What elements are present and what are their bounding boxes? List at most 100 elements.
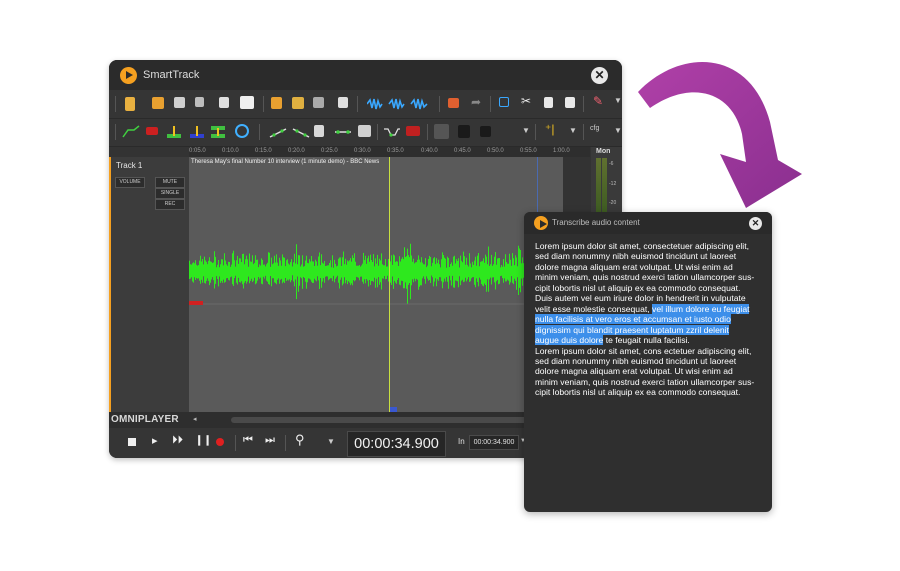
transcript-text[interactable]: Lorem ipsum dolor sit amet, consectetuer… <box>535 241 767 398</box>
meter-bar-left <box>596 158 601 218</box>
track-waveform-area[interactable]: Theresa May's final Number 10 interview … <box>189 157 563 412</box>
play-select-icon[interactable]: ▸ <box>152 434 158 447</box>
horizontal-scrollbar[interactable] <box>231 417 529 423</box>
duck-icon[interactable] <box>383 125 401 139</box>
tick-label: 0:55.0 <box>520 148 537 154</box>
single-button[interactable]: SINGLE <box>155 188 185 199</box>
toolbar2-overflow-chevron-icon[interactable]: ▼ <box>614 126 622 135</box>
disk-icon[interactable] <box>338 97 348 108</box>
record-icon[interactable] <box>216 438 224 446</box>
tick-label: 0:50.0 <box>487 148 504 154</box>
transcript-line: Lorem ipsum dolor sit amet, consectetuer… <box>535 241 767 251</box>
transport-separator <box>235 435 236 451</box>
tick-label: 0:35.0 <box>387 148 404 154</box>
duplicate-icon[interactable] <box>313 97 324 108</box>
transcript-line: sed diam nonummy nibh euismod tincidunt … <box>535 251 767 261</box>
meter-value: -6 <box>609 161 614 167</box>
transcript-line: dignissim qui blandit praesent luptatum … <box>535 324 767 335</box>
rec-label: REC <box>164 201 176 207</box>
volume-button[interactable]: VOLUME <box>115 177 145 188</box>
scroll-left-icon[interactable]: ◂ <box>193 415 197 423</box>
add-marker-icon[interactable]: ⁺| <box>545 122 554 136</box>
stop-icon[interactable] <box>128 438 136 446</box>
paste-icon[interactable] <box>565 97 575 108</box>
crossfade-icon[interactable] <box>210 124 226 140</box>
envelope-icon[interactable] <box>122 125 140 139</box>
toolbar-separator <box>115 96 116 112</box>
marker-chevron-icon[interactable]: ▼ <box>569 126 577 135</box>
transcript-line: velit esse molestie consequat, vel illum… <box>535 303 767 314</box>
transcript-text-segment: Lorem ipsum dolor sit amet, cons ectetue… <box>535 345 752 356</box>
transcript-text-segment: cipit lobortis nisl ut aliquip ex ea com… <box>535 282 741 293</box>
close-icon[interactable]: ✕ <box>591 67 608 84</box>
zoom-icon[interactable]: ⚲ <box>295 432 305 448</box>
pen-icon[interactable]: ✎ <box>593 94 603 108</box>
redo-icon[interactable]: ➦ <box>471 95 481 109</box>
zoom-chevron-icon[interactable]: ▼ <box>327 437 335 446</box>
toolbar-separator <box>427 124 428 140</box>
tick-label: 1:00.0 <box>553 148 570 154</box>
marker-red-icon[interactable] <box>146 127 158 135</box>
undo-icon[interactable] <box>448 98 459 108</box>
transcribe-title: Transcribe audio content <box>552 218 640 227</box>
transcribe-window: Transcribe audio content ✕ Lorem ipsum d… <box>524 212 772 512</box>
toolbar-separator <box>377 124 378 140</box>
skip-forward-icon[interactable]: ⏭ <box>265 434 275 447</box>
in-point-field[interactable]: 00:00:34.900 <box>469 435 519 450</box>
skip-back-icon[interactable]: ⏮ <box>243 434 253 447</box>
playhead-line[interactable] <box>389 157 390 412</box>
audio-waveform <box>189 243 563 305</box>
waveform-split-icon[interactable] <box>367 98 433 110</box>
close-icon[interactable]: ✕ <box>749 217 762 230</box>
cut-icon[interactable]: ✂ <box>521 94 531 108</box>
clip-gain-icon[interactable] <box>358 125 371 137</box>
transcript-highlight[interactable]: vel illum dolore eu feugiat <box>652 303 750 314</box>
transcript-text-segment: sed diam nonummy nibh euismod tincidunt … <box>535 251 737 262</box>
single-label: SINGLE <box>160 190 180 196</box>
level-icon[interactable] <box>334 125 352 139</box>
toolbar-overflow-chevron-icon[interactable]: ▼ <box>614 96 622 105</box>
transcript-text-segment: minim veniam, quis nostrud exerci tation… <box>535 272 755 283</box>
save-as-icon[interactable] <box>240 96 254 109</box>
track-header[interactable]: Track 1 VOLUME MUTE SINGLE REC <box>109 157 191 412</box>
transcript-line: Duis autem vel eum iriure dolor in hendr… <box>535 293 767 303</box>
go-start-icon[interactable] <box>434 124 449 139</box>
transcript-line: augue duis dolore te feugait nulla facil… <box>535 335 767 346</box>
mark-in-icon[interactable] <box>458 125 470 138</box>
mark-out-icon[interactable] <box>480 126 491 137</box>
fade-out-icon[interactable] <box>189 124 205 140</box>
transcript-line: minim veniam, quis nostrud exerci tation… <box>535 272 767 282</box>
rec-button[interactable]: REC <box>155 199 185 210</box>
fast-forward-icon[interactable]: ⏵⏵ <box>172 434 183 447</box>
mute-button[interactable]: MUTE <box>155 177 185 188</box>
volume-line-icon[interactable] <box>269 125 287 139</box>
fade-in-icon[interactable] <box>166 124 182 140</box>
transcript-highlight[interactable]: dignissim qui blandit praesent luptatum … <box>535 324 729 335</box>
transcript-text-segment: te feugait nulla facilisi. <box>603 335 690 346</box>
timeline-ruler[interactable]: 0:05.0 0:10.0 0:15.0 0:20.0 0:25.0 0:30.… <box>189 147 590 157</box>
record-marker-icon[interactable] <box>406 126 420 136</box>
transcript-text-segment: dolore magna aliquam erat volutpat. Ut w… <box>535 366 733 377</box>
import-icon[interactable] <box>174 97 185 108</box>
transcript-highlight[interactable]: nulla facilisis at vero eros et accumsan… <box>535 314 731 325</box>
edit-options-chevron-icon[interactable]: ▼ <box>522 126 530 135</box>
copy-icon[interactable] <box>544 97 553 108</box>
toolbar-separator <box>115 124 116 140</box>
copy-folder-icon[interactable] <box>292 97 304 109</box>
transcript-text-segment: dolore magna aliquam erat volutpat. Ut w… <box>535 261 733 272</box>
sync-icon[interactable] <box>234 123 250 139</box>
gain-icon[interactable] <box>314 125 324 137</box>
open-folder-icon[interactable] <box>152 97 164 109</box>
tick-label: 0:25.0 <box>321 148 338 154</box>
folder-icon[interactable] <box>271 97 282 109</box>
config-icon[interactable]: cfg <box>590 125 599 132</box>
in-point-value: 00:00:34.900 <box>473 439 515 446</box>
save-icon[interactable] <box>219 97 229 108</box>
select-all-icon[interactable] <box>499 97 509 107</box>
new-file-icon[interactable] <box>125 97 135 111</box>
export-icon[interactable] <box>195 97 204 107</box>
pan-line-icon[interactable] <box>292 125 310 139</box>
transcript-line: Lorem ipsum dolor sit amet, cons ectetue… <box>535 346 767 356</box>
transcript-highlight[interactable]: augue duis dolore <box>535 335 604 346</box>
pause-icon[interactable]: ❙❙ <box>195 435 212 446</box>
